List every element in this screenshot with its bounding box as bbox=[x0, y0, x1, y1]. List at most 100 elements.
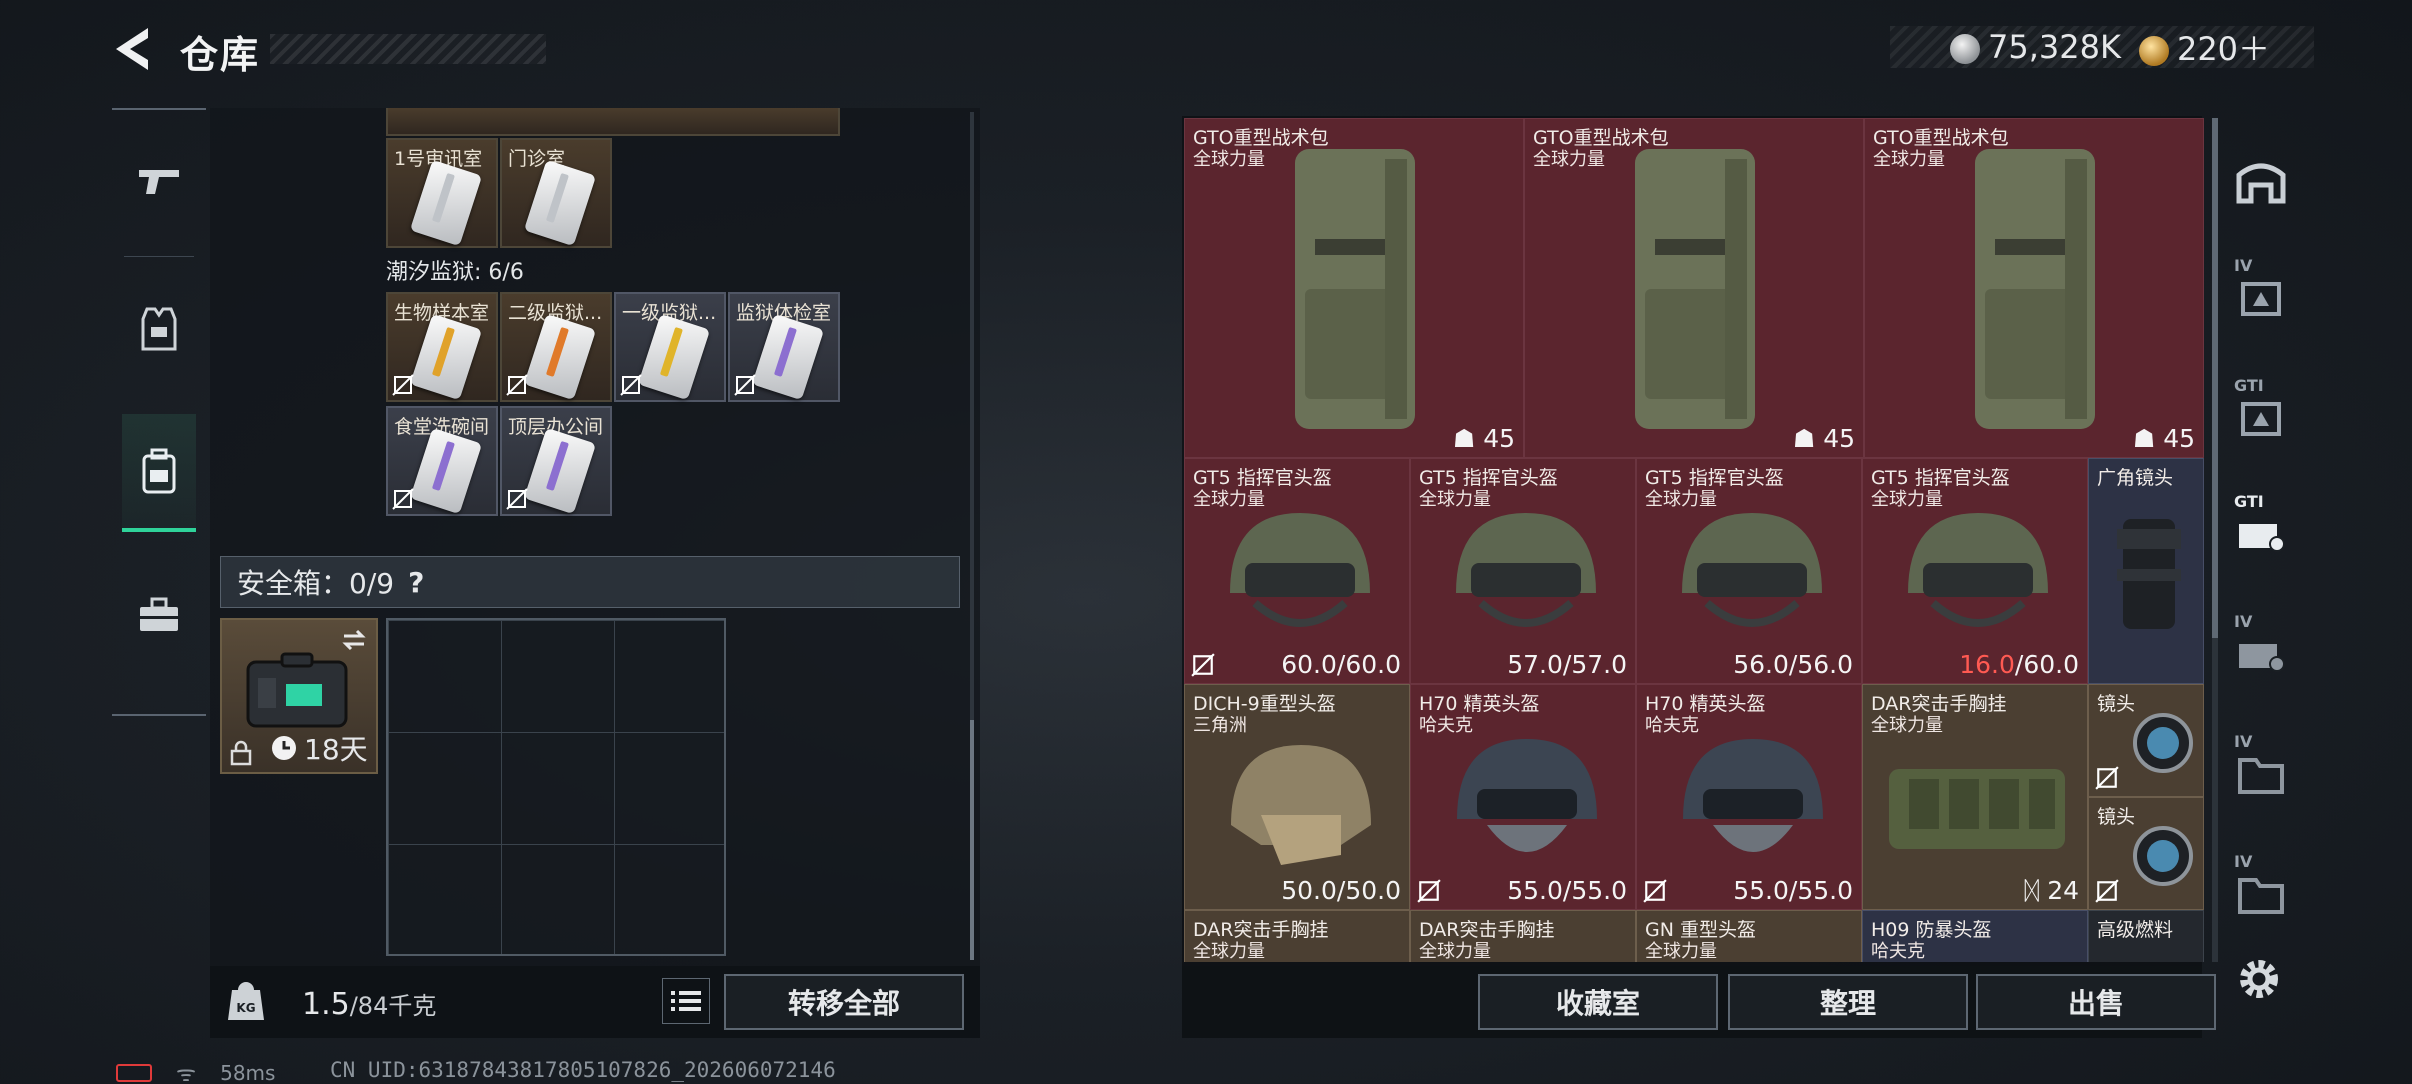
folder-icon bbox=[2238, 758, 2284, 794]
keycard-icon bbox=[409, 313, 483, 401]
item-faction: 全球力量 bbox=[1193, 149, 1265, 170]
chest-rig-item-icon bbox=[1889, 769, 2065, 849]
key-item[interactable]: 二级监狱... bbox=[500, 292, 612, 402]
stash-item[interactable]: 镜头 bbox=[2088, 684, 2204, 797]
stash-item[interactable]: H70 精英头盔 哈夫克 55.0/55.0 bbox=[1410, 684, 1636, 910]
no-trade-icon bbox=[1191, 653, 1215, 677]
title-decoration bbox=[270, 34, 546, 64]
no-trade-icon bbox=[2095, 879, 2119, 903]
stash-item[interactable]: 广角镜头 bbox=[2088, 458, 2204, 684]
status-bar: ᯤ 58ms bbox=[116, 1058, 275, 1084]
stash-item[interactable]: H09 防暴头盔 哈夫克 bbox=[1862, 910, 2088, 962]
stash-item[interactable]: GTO重型战术包 全球力量 ☗ 45 bbox=[1184, 118, 1524, 458]
side-tab-tier-4[interactable]: IV bbox=[2222, 596, 2300, 712]
item-durability: 55.0/55.0 bbox=[1507, 876, 1627, 905]
capacity-icon: ☗ bbox=[1452, 424, 1484, 453]
tier-label: GTI bbox=[2234, 492, 2264, 511]
silver-coin-icon bbox=[1950, 34, 1980, 64]
stash-item[interactable]: GT5 指挥官头盔 全球力量 57.0/57.0 bbox=[1410, 458, 1636, 684]
help-icon[interactable]: ? bbox=[408, 566, 424, 599]
key-item[interactable]: 食堂洗碗间 bbox=[386, 406, 498, 516]
stash-item[interactable]: GTO重型战术包 全球力量 ☗ 45 bbox=[1864, 118, 2204, 458]
item-faction: 全球力量 bbox=[1871, 715, 1943, 736]
sell-button[interactable]: 出售 bbox=[1976, 974, 2216, 1030]
no-trade-icon bbox=[506, 488, 528, 510]
key-item[interactable]: 生物样本室 bbox=[386, 292, 498, 402]
side-tab-tier-3[interactable]: GTI bbox=[2222, 476, 2300, 592]
keycard-icon bbox=[523, 313, 597, 401]
weight-capacity: /84千克 bbox=[349, 992, 437, 1020]
item-faction: 全球力量 bbox=[1645, 941, 1717, 962]
side-tab-tier-1[interactable]: IV bbox=[2222, 240, 2300, 356]
item-capacity: ᛞ 24 bbox=[2024, 876, 2079, 905]
helmet-item-icon bbox=[1230, 513, 1370, 627]
helmet-item-icon bbox=[1682, 513, 1822, 627]
case-icon bbox=[2241, 402, 2281, 436]
rail-containers[interactable] bbox=[122, 414, 196, 532]
back-button[interactable] bbox=[108, 22, 156, 76]
vest-icon bbox=[141, 307, 177, 351]
backpack-item-icon bbox=[1295, 149, 1415, 429]
key-item[interactable]: 顶层办公间 bbox=[500, 406, 612, 516]
key-item[interactable]: 监狱体检室 bbox=[728, 292, 840, 402]
item-name: 镜头 bbox=[2097, 693, 2136, 715]
item-durability: 55.0/55.0 bbox=[1733, 876, 1853, 905]
gold-currency[interactable]: 220＋ bbox=[2138, 24, 2271, 70]
transfer-all-button[interactable]: 转移全部 bbox=[724, 974, 964, 1030]
helmet-item-icon bbox=[1457, 739, 1597, 852]
stash-item[interactable]: GN 重型头盔 全球力量 bbox=[1636, 910, 1862, 962]
left-scrollbar-thumb[interactable] bbox=[970, 720, 974, 960]
stash-scrollbar-thumb[interactable] bbox=[2212, 118, 2218, 638]
list-view-button[interactable] bbox=[662, 978, 710, 1024]
stash-grid: GTO重型战术包 全球力量 ☗ 45 GTO重型战术包 全球力量 ☗ 45 GT… bbox=[1184, 118, 2204, 962]
stash-item[interactable]: DAR突击手胸挂 全球力量 bbox=[1184, 910, 1410, 962]
rail-toolbox[interactable] bbox=[122, 556, 196, 674]
no-trade-icon bbox=[734, 374, 756, 396]
key-item[interactable]: 一级监狱... bbox=[614, 292, 726, 402]
stash-item[interactable]: DAR突击手胸挂 全球力量 ᛞ 24 bbox=[1862, 684, 2088, 910]
rail-weapons[interactable] bbox=[122, 122, 196, 240]
gold-coin-icon bbox=[2138, 36, 2169, 66]
secure-case-item[interactable]: 18天 bbox=[220, 618, 378, 774]
item-durability: 16.0/60.0 bbox=[1959, 650, 2079, 679]
tier-label: IV bbox=[2234, 256, 2253, 275]
side-tab-tier-6[interactable]: IV bbox=[2222, 836, 2300, 952]
stash-item[interactable]: H70 精英头盔 哈夫克 55.0/55.0 bbox=[1636, 684, 1862, 910]
stash-item[interactable]: DICH-9重型头盔 三角洲 50.0/50.0 bbox=[1184, 684, 1410, 910]
lens-item-icon bbox=[2133, 713, 2193, 773]
stash-item[interactable]: DAR突击手胸挂 全球力量 bbox=[1410, 910, 1636, 962]
stash-item[interactable]: GTO重型战术包 全球力量 ☗ 45 bbox=[1524, 118, 1864, 458]
case-icon bbox=[2241, 282, 2281, 316]
rail-divider bbox=[124, 256, 194, 257]
item-durability: 57.0/57.0 bbox=[1507, 650, 1627, 679]
stash-item[interactable]: GT5 指挥官头盔 全球力量 60.0/60.0 bbox=[1184, 458, 1410, 684]
key-item[interactable]: 1号审讯室 bbox=[386, 138, 498, 248]
collection-room-button[interactable]: 收藏室 bbox=[1478, 974, 1718, 1030]
stash-item[interactable]: GT5 指挥官头盔 全球力量 16.0/60.0 bbox=[1862, 458, 2088, 684]
rail-gear[interactable] bbox=[122, 270, 196, 388]
sort-button[interactable]: 整理 bbox=[1728, 974, 1968, 1030]
stash-item[interactable]: 镜头 bbox=[2088, 797, 2204, 910]
uid-text: CN UID:63187843817805107826_202606072146 bbox=[330, 1058, 836, 1082]
side-tab-all[interactable] bbox=[2222, 122, 2300, 238]
gold-amount: 220＋ bbox=[2176, 30, 2271, 68]
keycard-icon bbox=[409, 159, 483, 247]
backpack-icon bbox=[142, 448, 176, 494]
stash-item[interactable]: GT5 指挥官头盔 全球力量 56.0/56.0 bbox=[1636, 458, 1862, 684]
no-trade-icon bbox=[620, 374, 642, 396]
lens-item-icon bbox=[2133, 826, 2193, 886]
stash-item[interactable]: 高级燃料 bbox=[2088, 910, 2204, 962]
weight-readout: 1.5/84千克 bbox=[302, 986, 436, 1022]
helmet-item-icon bbox=[1231, 745, 1371, 865]
item-faction: 哈夫克 bbox=[1871, 941, 1925, 962]
key-item[interactable]: 门诊室 bbox=[500, 138, 612, 248]
item-capacity: ☗ 45 bbox=[2132, 424, 2195, 453]
list-icon bbox=[671, 991, 701, 1011]
gear-icon[interactable] bbox=[2234, 954, 2284, 1004]
case-icon bbox=[2239, 524, 2285, 552]
no-trade-icon bbox=[392, 488, 414, 510]
currency-bar: 75,328K 220＋ bbox=[1890, 26, 2314, 68]
side-tab-tier-2[interactable]: GTI bbox=[2222, 360, 2300, 476]
safebox-grid[interactable] bbox=[386, 618, 726, 956]
side-tab-tier-5[interactable]: IV bbox=[2222, 716, 2300, 832]
